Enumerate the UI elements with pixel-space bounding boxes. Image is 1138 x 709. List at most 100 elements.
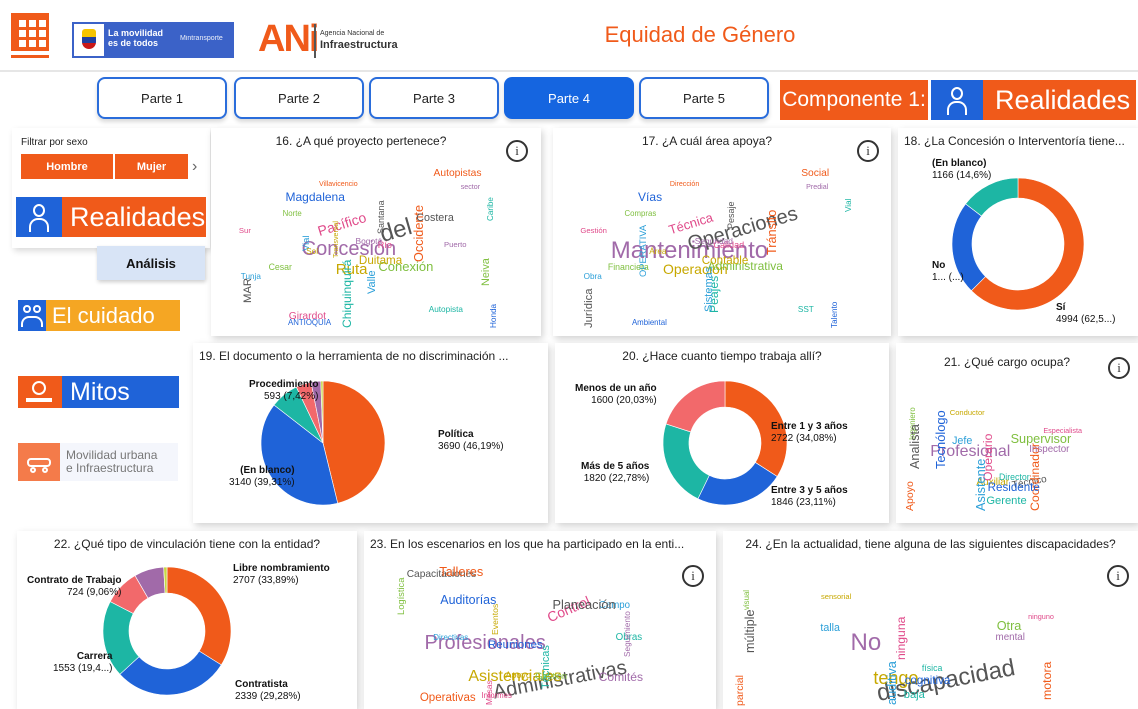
wordcloud-word: Chiquinquirá xyxy=(339,259,354,328)
card-title: 16. ¿A qué proyecto pertenece? xyxy=(275,134,447,148)
wordcloud-word: Directivas xyxy=(433,632,469,642)
wordcloud-word: auditiva xyxy=(884,660,900,705)
nav-realidades[interactable]: Realidades xyxy=(16,197,206,237)
wordcloud-word: Puerto xyxy=(443,239,467,249)
wordcloud-word: Informes xyxy=(481,691,512,701)
wordcloud-word: Financiera xyxy=(607,261,649,272)
launcher-underline xyxy=(11,55,49,58)
card-title: 23. En los escenarios en los que ha part… xyxy=(370,537,685,551)
nav-el-cuidado-label: El cuidado xyxy=(52,302,155,328)
wordcloud-word: Apoyo xyxy=(505,670,531,681)
wordcloud-word: Jefe xyxy=(952,434,973,447)
slice-label-en-blanco: (En blanco) 3140 (39,31%) xyxy=(229,465,295,488)
card-title: 17. ¿A cuál área apoya? xyxy=(641,134,773,148)
top-bar: La movilidad es de todos Mintransporte AN… xyxy=(0,0,1138,72)
care-people-icon xyxy=(18,300,46,331)
info-icon[interactable]: i xyxy=(1107,565,1129,587)
person-icon xyxy=(931,80,983,120)
wordcloud-word: Auditorías xyxy=(440,592,497,607)
info-icon[interactable]: i xyxy=(682,565,704,587)
analysis-button[interactable]: Análisis xyxy=(97,246,205,280)
slice-label-en-blanco: (En blanco) 1166 (14,6%) xyxy=(932,158,992,181)
tab-parte-1[interactable]: Parte 1 xyxy=(97,77,227,119)
info-icon[interactable]: i xyxy=(857,140,879,162)
wordcloud-word: sector xyxy=(460,182,481,191)
wordcloud-word: Compras xyxy=(624,209,657,219)
wordcloud-word: Cesar xyxy=(268,261,292,272)
wordcloud-word: Eventos xyxy=(490,604,501,636)
wordcloud-word: Transversal xyxy=(331,221,340,259)
card-q20: 20. ¿Hace cuanto tiempo trabaja allí? Me… xyxy=(555,343,889,523)
wordcloud-word: ninguna xyxy=(894,616,909,661)
nav-el-cuidado[interactable]: El cuidado xyxy=(18,300,180,331)
wordcloud-word: Villavicencio xyxy=(318,181,358,189)
gov-line2: es de todos xyxy=(108,38,159,48)
wordcloud-word: No xyxy=(850,629,882,657)
filter-mujer-button[interactable]: Mujer xyxy=(115,154,188,179)
card-title: 21. ¿Qué cargo ocupa? xyxy=(943,355,1071,369)
slice-label-carrera: Carrera 1553 (19,4...) xyxy=(53,651,113,674)
wordcloud-word: Inspector xyxy=(1029,443,1070,455)
wordcloud-word: Sur xyxy=(238,226,251,236)
wordcloud-q24: No discapacidad tengo ninguna visual auditiva… xyxy=(733,561,1083,708)
pie-slice-libre-nombramiento[interactable] xyxy=(166,566,232,666)
info-icon[interactable]: i xyxy=(506,140,528,162)
page-title: Equidad de Género xyxy=(604,22,796,47)
app-launcher-icon[interactable] xyxy=(11,13,49,51)
wordcloud-q16: Concesión del Ruta Pacífico Conexión Vial Auto… xyxy=(221,168,531,328)
slice-label-contrato-de-trabajo: Contrato de Trabajo 724 (9,06%) xyxy=(27,575,122,598)
tab-parte-4[interactable]: Parte 4 xyxy=(504,77,634,119)
wordcloud-word: Técnicas xyxy=(540,645,553,690)
nav-movilidad-line2: e Infraestructura xyxy=(66,461,154,475)
wordcloud-word: Social xyxy=(801,168,830,180)
wordcloud-word: Comités xyxy=(598,669,644,684)
wordcloud-word: Dirección xyxy=(669,181,700,189)
wordcloud-word: Otra xyxy=(996,618,1022,633)
component-name: Realidades xyxy=(995,84,1131,115)
card-q18: 18. ¿La Concesión o Interventoría tiene.… xyxy=(898,128,1138,336)
nav-mitos[interactable]: Mitos xyxy=(18,376,179,408)
colombia-seal-icon xyxy=(74,24,104,56)
wordcloud-word: Tunja xyxy=(240,272,261,282)
tab-parte-3[interactable]: Parte 3 xyxy=(369,77,499,119)
wordcloud-word: Sol xyxy=(306,247,319,257)
wordcloud-word: Tránsito xyxy=(765,209,780,256)
card-q22: 22. ¿Qué tipo de vinculación tiene con l… xyxy=(17,531,357,709)
wordcloud-word: múltiple xyxy=(743,609,758,654)
wordcloud-word: Norte xyxy=(282,209,302,219)
card-title: 24. ¿En la actualidad, tiene alguna de l… xyxy=(745,537,1116,551)
tab-parte-2[interactable]: Parte 2 xyxy=(234,77,364,119)
pie-slice-menos-de-un-año[interactable] xyxy=(665,380,726,433)
wordcloud-word: Gestión xyxy=(535,671,568,682)
wordcloud-word: baja xyxy=(903,688,925,701)
wordcloud-word: cognitiva xyxy=(904,673,951,687)
pie-slice-más-de-5-años[interactable] xyxy=(662,423,710,500)
wordcloud-word: Supervisor xyxy=(1010,432,1072,447)
wordcloud-word: Obra xyxy=(583,272,602,282)
slice-label-contratista: Contratista 2339 (29,28%) xyxy=(235,679,301,702)
card-q23: 23. En los escenarios en los que ha part… xyxy=(364,531,716,709)
filter-hombre-button[interactable]: Hombre xyxy=(21,154,113,179)
slice-label-entre-3-y-5: Entre 3 y 5 años 1846 (23,11%) xyxy=(771,485,848,508)
wordcloud-word: ninguno xyxy=(1028,611,1054,621)
slice-label-politica: Política 3690 (46,19%) xyxy=(438,429,504,452)
chevron-right-icon[interactable]: › xyxy=(192,158,197,176)
ani-name-line1: Agencia Nacional de xyxy=(320,30,385,37)
wordcloud-word: Logística xyxy=(396,577,407,616)
wordcloud-word: Girardot xyxy=(288,311,326,323)
wordcloud-q21: Profesional Técnico Auxiliar Operario Ingeni… xyxy=(904,381,1104,511)
mitos-icon xyxy=(18,376,62,408)
wordcloud-word: Ambiental xyxy=(631,317,667,327)
info-icon[interactable]: i xyxy=(1108,357,1130,379)
wordcloud-word: Magdalena xyxy=(285,190,345,205)
tab-parte-5[interactable]: Parte 5 xyxy=(639,77,769,119)
wordcloud-word: Residente xyxy=(987,481,1040,495)
wordcloud-word: Operativas xyxy=(419,692,476,705)
car-icon xyxy=(18,443,60,481)
pie-slice-entre-3-y-5-años[interactable] xyxy=(697,462,778,506)
wordcloud-word: Neiva xyxy=(479,258,492,287)
wordcloud-word: parcial xyxy=(734,675,747,706)
ani-logo: ANi Agencia Nacional de Infraestructura xyxy=(256,18,406,62)
nav-movilidad[interactable]: Movilidad urbana e Infraestructura xyxy=(18,443,178,481)
wordcloud-word: Santana xyxy=(376,200,387,235)
